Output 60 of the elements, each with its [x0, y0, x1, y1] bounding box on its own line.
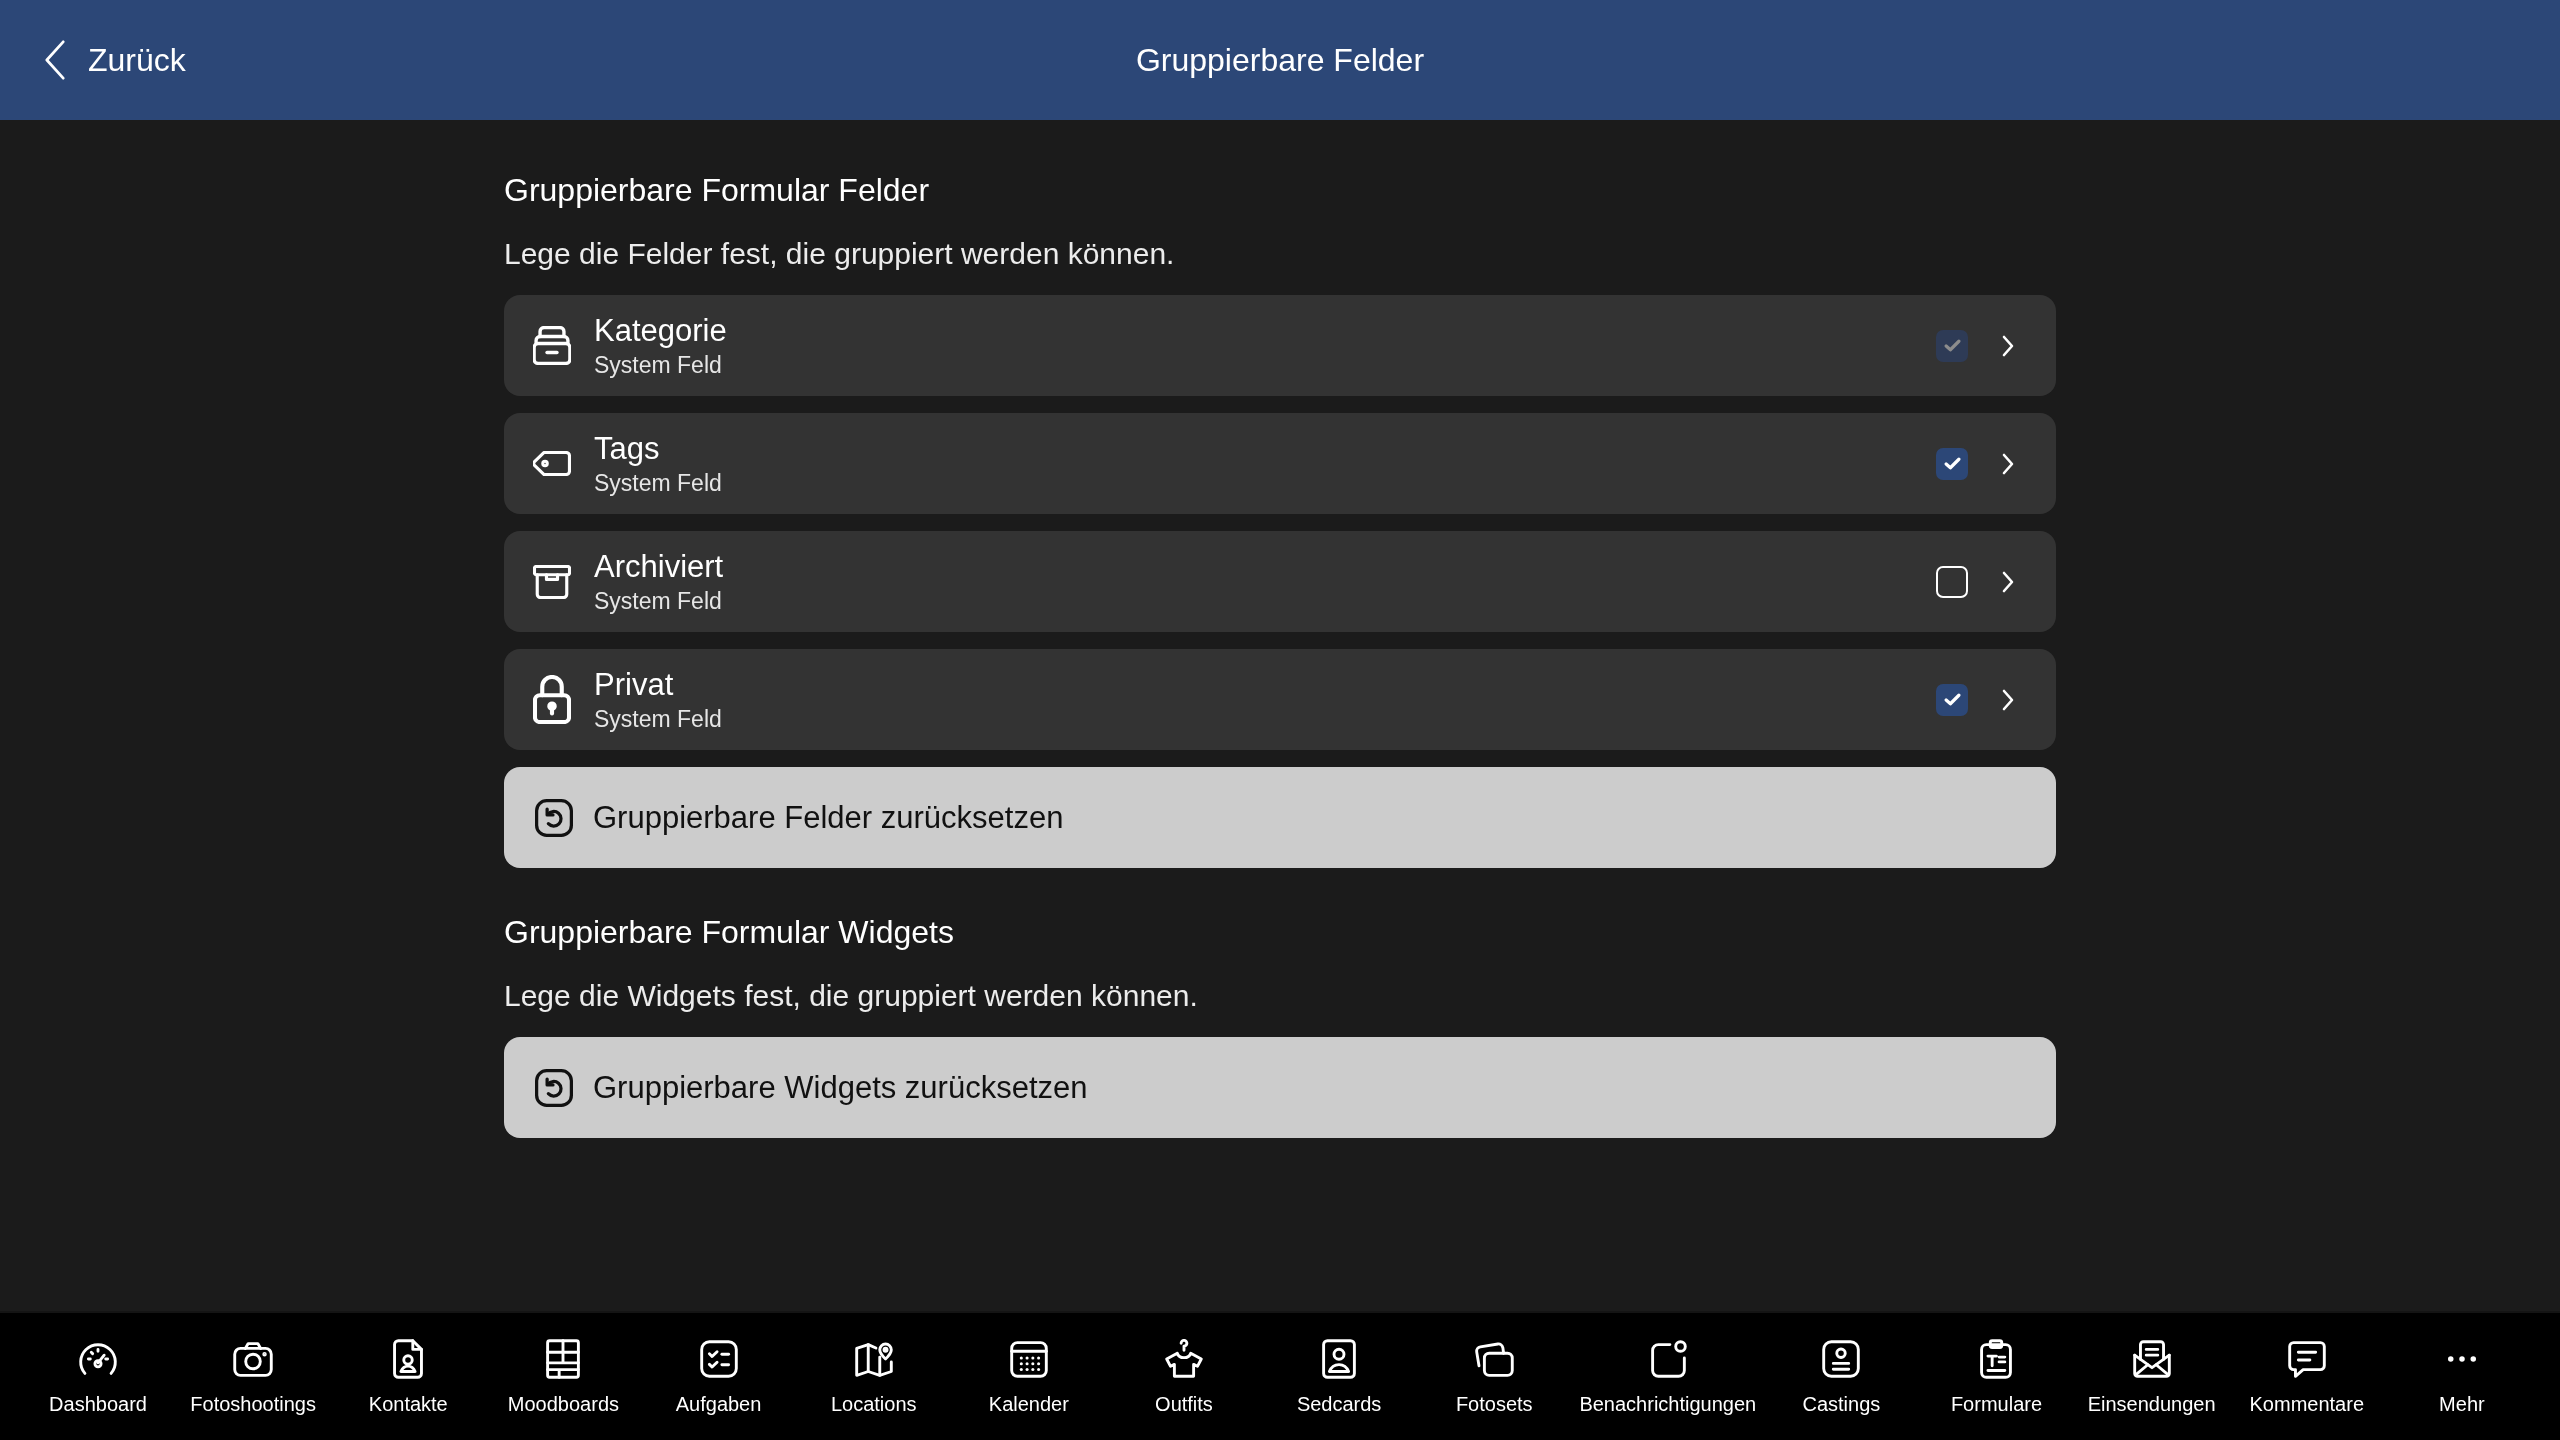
field-name: Privat — [594, 666, 675, 703]
field-subtitle: System Feld — [594, 350, 723, 379]
checkmark-icon — [1943, 339, 1961, 352]
tab-bar-item[interactable]: Dashboard — [22, 1313, 174, 1440]
tab-bar-item[interactable]: Outfits — [1108, 1313, 1260, 1440]
field-row[interactable]: Archiviert System Feld — [504, 531, 2056, 632]
tab-bar-item[interactable]: Benachrichtigungen — [1573, 1313, 1763, 1440]
section-title: Gruppierbare Formular Felder — [504, 171, 931, 210]
envelope-letter-icon — [2131, 1339, 2172, 1379]
field-subtitle: System Feld — [594, 586, 723, 615]
chevron-right-icon — [2002, 688, 2014, 711]
shirt-on-hanger-icon — [1164, 1339, 1204, 1379]
checkbox[interactable] — [1936, 447, 1968, 480]
tab-bar-item[interactable]: Formulare — [1920, 1313, 2073, 1440]
tag-icon — [533, 451, 571, 476]
tab-bar-item[interactable]: Kalender — [952, 1313, 1105, 1440]
id-card-icon — [1821, 1339, 1862, 1379]
tab-bar-item[interactable]: Mehr — [2385, 1313, 2538, 1440]
checkmark-icon — [1943, 693, 1961, 706]
tab-bar-item[interactable]: Fotosets — [1418, 1313, 1571, 1440]
chevron-right-icon — [2002, 570, 2014, 593]
field-name: Archiviert — [594, 548, 725, 585]
tab-bar-item[interactable]: Moodboards — [487, 1313, 640, 1440]
chat-bubble-icon — [2286, 1339, 2327, 1379]
padlock-icon — [533, 675, 571, 724]
section-description: Lege die Felder fest, die gruppiert werden können. — [504, 236, 1176, 272]
tab-bar-item[interactable]: Castings — [1765, 1313, 1918, 1440]
field-name: Tags — [594, 430, 661, 467]
field-row[interactable]: Tags System Feld — [504, 413, 2056, 514]
reset-button[interactable]: Gruppierbare Felder zurücksetzen — [504, 767, 2056, 868]
tab-bar-item[interactable]: Fotoshootings — [177, 1313, 330, 1440]
camera-icon — [233, 1339, 274, 1379]
checkbox[interactable] — [1936, 565, 1968, 598]
field-name: Kategorie — [594, 312, 728, 349]
section-description: Lege die Widgets fest, die gruppiert werden können. — [504, 978, 1199, 1014]
field-row[interactable]: Privat System Feld — [504, 649, 2056, 750]
calendar-icon — [1008, 1339, 1049, 1379]
checklist-icon — [698, 1339, 739, 1379]
more-icon — [2446, 1355, 2477, 1363]
chevron-left-icon — [44, 40, 66, 80]
field-subtitle: System Feld — [594, 468, 723, 497]
field-subtitle: System Feld — [594, 704, 723, 733]
reset-button[interactable]: Gruppierbare Widgets zurücksetzen — [504, 1037, 2056, 1138]
tab-bar-item[interactable]: Kontakte — [332, 1313, 485, 1440]
undo-icon — [535, 798, 573, 837]
archive-box-icon — [533, 564, 571, 599]
chevron-right-icon — [2002, 452, 2014, 475]
tab-bar-item[interactable]: Einsendungen — [2075, 1313, 2228, 1440]
tab-bar-item[interactable]: Locations — [797, 1313, 950, 1440]
checkbox[interactable] — [1936, 683, 1968, 716]
undo-icon — [535, 1068, 573, 1107]
chevron-right-icon — [2002, 334, 2014, 357]
tab-bar-item[interactable]: Sedcards — [1263, 1313, 1416, 1440]
tab-bar-item[interactable]: Kommentare — [2230, 1313, 2383, 1440]
section-title: Gruppierbare Formular Widgets — [504, 913, 955, 952]
page-title: Gruppierbare Felder — [1135, 41, 1425, 79]
back-button[interactable]: Zurück — [0, 32, 196, 88]
tray-stack-icon — [533, 326, 571, 365]
checkmark-icon — [1943, 457, 1961, 470]
tab-bar-item[interactable]: Aufgaben — [642, 1313, 795, 1440]
